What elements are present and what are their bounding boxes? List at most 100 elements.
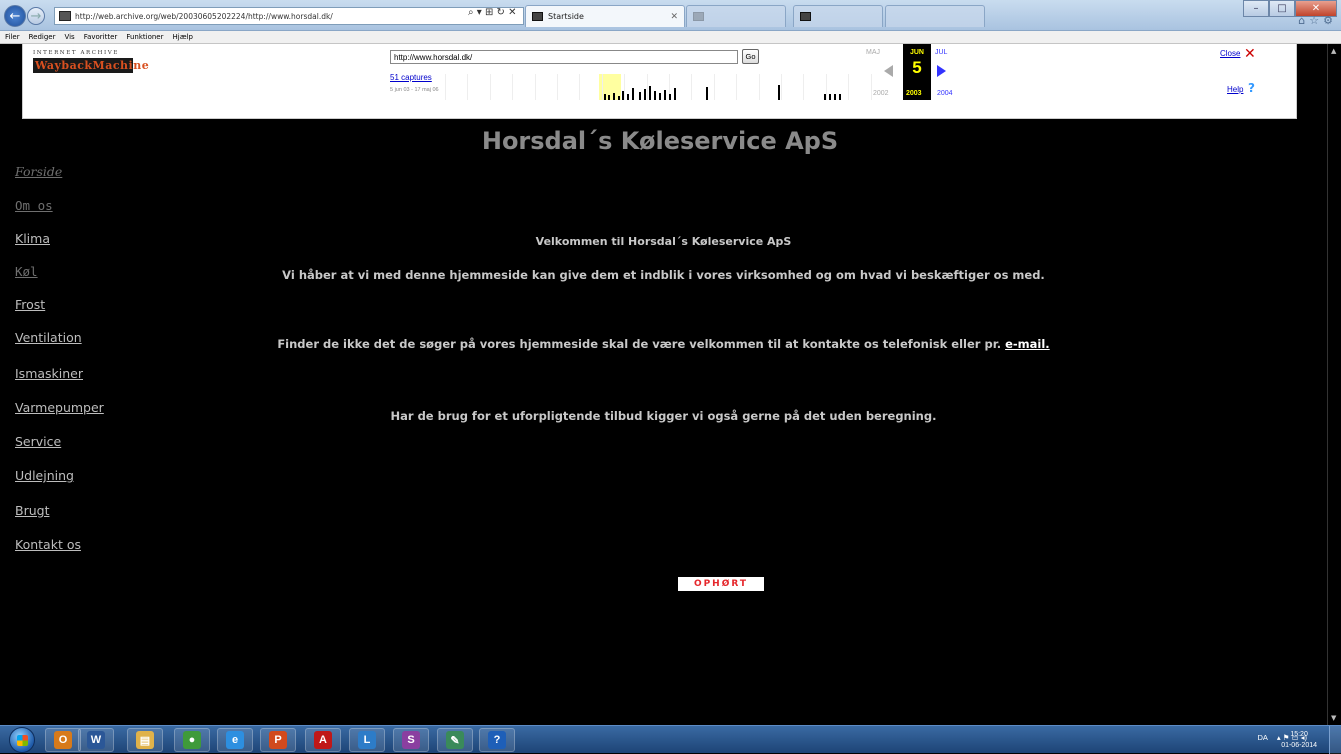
nav-link-forside[interactable]: Forside (15, 164, 62, 179)
taskbar-acrobat-icon[interactable]: A (305, 728, 341, 752)
wayback-url-input[interactable]: http://www.horsdal.dk/ (390, 50, 738, 64)
address-text[interactable]: http://web.archive.org/web/2003060520222… (75, 12, 333, 21)
taskbar-outlook-icon[interactable]: O (45, 728, 81, 752)
nav-link-kontakt-os[interactable]: Kontakt os (15, 537, 81, 552)
tab-page-icon (800, 12, 811, 21)
sparkline-capture-bar (604, 94, 606, 100)
sparkline-capture-bar (829, 94, 831, 100)
menu-tools[interactable]: Funktioner (126, 33, 163, 41)
sparkline-capture-bar (613, 93, 615, 100)
taskbar-powerpoint-icon[interactable]: P (260, 728, 296, 752)
wayback-logo-top: INTERNET ARCHIVE (33, 50, 119, 56)
nav-link-brugt[interactable]: Brugt (15, 503, 49, 518)
tab-page-icon (532, 12, 543, 21)
sparkline-capture-bar (834, 94, 836, 100)
page-title: Horsdal´s Køleservice ApS (0, 127, 1327, 155)
sparkline-capture-bar (674, 88, 676, 100)
wayback-sparkline[interactable] (445, 74, 872, 100)
sparkline-capture-bar (669, 94, 671, 100)
tab-startside[interactable]: Startside ✕ (525, 5, 685, 27)
back-button[interactable]: ← (4, 5, 26, 27)
wayback-next-month[interactable]: JUL (935, 49, 947, 56)
vertical-scrollbar[interactable]: ▲ ▼ (1327, 44, 1341, 725)
wayback-prev-year: 2002 (873, 90, 889, 97)
tab-close-icon[interactable]: ✕ (670, 12, 678, 22)
email-link[interactable]: e-mail. (1005, 337, 1050, 351)
wayback-capture-range: 5 jun 03 - 17 maj 06 (390, 87, 439, 93)
wayback-toolbar: INTERNET ARCHIVE WaybackMachine http://w… (22, 44, 1297, 119)
sparkline-capture-bar (649, 86, 651, 100)
wayback-captures-link[interactable]: 51 captures (390, 73, 432, 82)
start-button[interactable] (9, 727, 35, 753)
offer-text: Har de brug for et uforpligtende tilbud … (390, 409, 937, 423)
help-icon[interactable]: ? (1248, 81, 1255, 95)
address-bar[interactable]: http://web.archive.org/web/2003060520222… (54, 7, 524, 25)
taskbar-explorer-icon[interactable]: ▤ (127, 728, 163, 752)
taskbar-paint-icon[interactable]: ✎ (437, 728, 473, 752)
minimize-button[interactable]: – (1243, 0, 1269, 17)
maximize-button[interactable]: □ (1269, 0, 1295, 17)
wayback-prev-month: MAJ (866, 49, 880, 56)
wayback-logo-main: WaybackMachine (33, 58, 150, 73)
explorer-icon: ▤ (136, 731, 154, 749)
menu-favorites[interactable]: Favoritter (84, 33, 118, 41)
sparkline-year-column (491, 74, 514, 100)
clock[interactable]: 15:20 01-06-2014 (1281, 729, 1317, 751)
next-capture-arrow-icon[interactable] (937, 65, 946, 77)
wayback-logo[interactable]: INTERNET ARCHIVE WaybackMachine (33, 50, 150, 73)
show-desktop-button[interactable] (1329, 726, 1341, 754)
nav-link-om-os[interactable]: Om os (15, 198, 53, 213)
taskbar-chrome-icon[interactable]: ● (174, 728, 210, 752)
sparkline-year-column (558, 74, 581, 100)
gear-icon[interactable]: ⚙ (1323, 14, 1333, 27)
scroll-up-icon[interactable]: ▲ (1331, 47, 1336, 55)
favorites-star-icon[interactable]: ☆ (1309, 14, 1319, 27)
browser-titlebar: ← → http://web.archive.org/web/200306052… (0, 0, 1341, 31)
taskbar-sway-icon[interactable]: S (393, 728, 429, 752)
sparkline-capture-bar (618, 96, 620, 100)
wayback-next-year[interactable]: 2004 (937, 90, 953, 97)
sparkline-year-column (468, 74, 491, 100)
sway-icon: S (402, 731, 420, 749)
contact-paragraph: Finder de ikke det de søger på vores hje… (0, 337, 1327, 351)
tab-new[interactable] (885, 5, 985, 27)
sparkline-capture-bar (639, 92, 641, 100)
scroll-down-icon[interactable]: ▼ (1331, 714, 1336, 722)
nav-link-ismaskiner[interactable]: Ismaskiner (15, 366, 83, 381)
nav-link-service[interactable]: Service (15, 434, 61, 449)
address-tools[interactable]: ⌕ ▾ ⊞ ↻ ✕ (468, 7, 516, 18)
menu-file[interactable]: Filer (5, 33, 20, 41)
wayback-current-day: 5 (912, 58, 922, 77)
sparkline-capture-bar (706, 87, 708, 100)
menu-edit[interactable]: Rediger (29, 33, 56, 41)
welcome-text: Velkommen til Horsdal´s Køleservice ApS (535, 235, 792, 248)
tab-background[interactable] (686, 5, 786, 27)
sparkline-capture-bar (778, 85, 780, 100)
sparkline-capture-bar (627, 94, 629, 100)
taskbar-ie-icon[interactable]: e (217, 728, 253, 752)
tab-background[interactable] (793, 5, 883, 27)
tab-page-icon (693, 12, 704, 21)
taskbar-lync-icon[interactable]: L (349, 728, 385, 752)
nav-link-udlejning[interactable]: Udlejning (15, 468, 74, 483)
tab-label: Startside (548, 12, 584, 21)
clock-date: 01-06-2014 (1281, 742, 1317, 749)
home-icon[interactable]: ⌂ (1298, 14, 1305, 27)
taskbar: O W ▤ ● e P A L S ✎? DA ▴ ⚑ ▭ ◂) 15:20 01-06-2014 (0, 725, 1341, 754)
sparkline-capture-bar (839, 94, 841, 100)
wayback-help-link[interactable]: Help (1227, 85, 1243, 94)
wayback-close-link[interactable]: Close (1220, 49, 1240, 58)
browser-toolbar-icons: ⌂ ☆ ⚙ (1298, 14, 1333, 27)
taskbar-help-icon[interactable]: ? (479, 728, 515, 752)
taskbar-word-icon[interactable]: W (78, 728, 114, 752)
menu-view[interactable]: Vis (64, 33, 74, 41)
wayback-current-year: 2003 (906, 90, 922, 97)
close-icon[interactable]: ✕ (1244, 46, 1256, 62)
prev-capture-arrow-icon (884, 65, 893, 77)
sparkline-year-column (446, 74, 469, 100)
menu-help[interactable]: Hjælp (172, 33, 192, 41)
nav-link-frost[interactable]: Frost (15, 297, 45, 312)
wayback-go-button[interactable]: Go (742, 49, 759, 64)
forward-button[interactable]: → (27, 7, 45, 25)
language-indicator[interactable]: DA (1257, 733, 1267, 742)
